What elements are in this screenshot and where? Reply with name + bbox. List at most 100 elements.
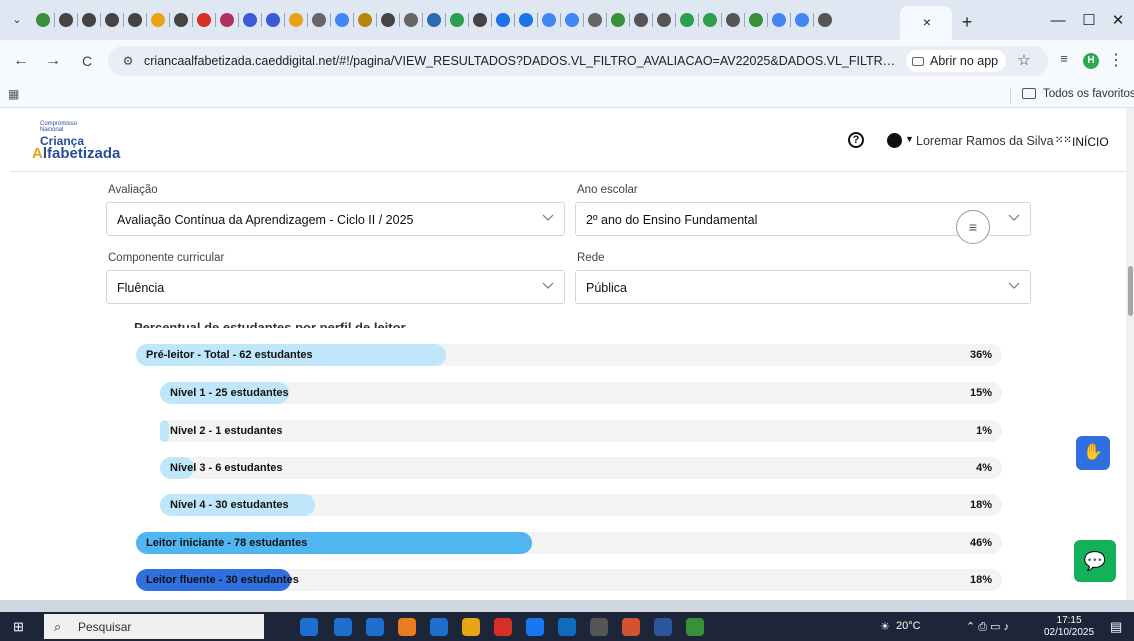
site-info-icon[interactable]: ⚙ [120,53,136,69]
pinned-tab-favicon[interactable] [151,13,165,27]
weather-temp[interactable]: 20°C [896,620,921,632]
rede-select[interactable]: Pública [575,270,1031,304]
url-text[interactable]: criancaalfabetizada.caeddigital.net/#!/p… [144,54,900,68]
taskbar-app-icon[interactable] [366,618,384,636]
maximize-button[interactable]: ☐ [1077,10,1101,32]
pinned-tab-favicon[interactable] [358,13,372,27]
pinned-tab-favicon[interactable] [657,13,671,27]
pinned-tab-favicon[interactable] [59,13,73,27]
pinned-tab-favicon[interactable] [519,13,533,27]
user-icon[interactable] [887,133,902,148]
bar-row[interactable]: Nível 3 - 6 estudantes 4% [160,457,1002,479]
pinned-tab-favicon[interactable] [36,13,50,27]
pinned-tab-favicon[interactable] [335,13,349,27]
filter-icon[interactable]: ≡ [956,210,990,244]
notification-icon[interactable]: ▤ [1110,619,1122,635]
pinned-tab-favicon[interactable] [174,13,188,27]
taskbar-app-icon[interactable] [654,618,672,636]
pinned-tab-favicon[interactable] [703,13,717,27]
taskbar-app-icon[interactable] [430,618,448,636]
taskbar-clock[interactable]: 17:15 02/10/2025 [1044,615,1094,639]
open-in-app-button[interactable]: Abrir no app [906,50,1007,72]
taskbar-app-icon[interactable] [526,618,544,636]
scrollbar-thumb[interactable] [1128,266,1133,316]
pinned-tab-favicon[interactable] [105,13,119,27]
bookmark-star-icon[interactable]: ☆ [1014,51,1034,71]
bar-row[interactable]: Nível 2 - 1 estudantes 1% [160,420,1002,442]
pinned-tab-favicon[interactable] [381,13,395,27]
page-scrollbar[interactable] [1126,108,1134,600]
pinned-tab-favicon[interactable] [243,13,257,27]
close-tab-icon[interactable]: × [916,11,938,33]
taskbar-app-icon[interactable] [686,618,704,636]
search-icon: ⌕ [54,619,62,634]
reload-button[interactable]: C [76,50,98,72]
tab-separator [353,13,354,27]
pinned-tab-favicon[interactable] [473,13,487,27]
pinned-tab-favicon[interactable] [496,13,510,27]
minimize-button[interactable]: — [1046,10,1070,32]
apps-grid-icon[interactable]: ▦ [8,87,24,103]
chat-icon[interactable]: 💬 [1074,540,1116,582]
pinned-tab-favicon[interactable] [220,13,234,27]
avaliacao-select[interactable]: Avaliação Contínua da Aprendizagem - Cic… [106,202,565,236]
taskbar-app-icon[interactable] [590,618,608,636]
pinned-tab-favicon[interactable] [197,13,211,27]
close-window-button[interactable]: ✕ [1106,10,1130,32]
extensions-icon[interactable]: ≡ [1054,49,1074,69]
windows-start-icon[interactable]: ⊞ [13,619,29,635]
accessibility-hand-icon[interactable]: ✋ [1076,436,1110,470]
all-favorites-link[interactable]: Todos os favoritos [1043,88,1134,100]
pinned-tab-favicon[interactable] [404,13,418,27]
pinned-tab-favicon[interactable] [818,13,832,27]
pinned-tab-favicon[interactable] [680,13,694,27]
browser-menu-icon[interactable]: ⋮ [1108,51,1124,71]
pinned-tab-favicon[interactable] [565,13,579,27]
taskbar-search-box[interactable]: ⌕ Pesquisar [44,614,264,639]
home-link[interactable]: INÍCIO [1072,135,1109,149]
pinned-tab-favicon[interactable] [82,13,96,27]
bar-row[interactable]: Leitor iniciante - 78 estudantes 46% [136,532,1002,554]
profile-avatar[interactable]: H [1083,53,1099,69]
folder-icon[interactable] [1022,88,1036,99]
system-tray-icons[interactable]: ⌃ ⎙ ▭ ♪ [966,620,1009,634]
address-bar[interactable]: ⚙ criancaalfabetizada.caeddigital.net/#!… [108,46,1048,76]
bar-row[interactable]: Nível 1 - 25 estudantes 15% [160,382,1002,404]
taskbar-app-icon[interactable] [462,618,480,636]
taskbar-app-icon[interactable] [622,618,640,636]
forward-button[interactable]: → [42,50,64,72]
taskbar-app-icon[interactable] [300,618,318,636]
help-icon[interactable]: ? [848,132,864,148]
taskbar-app-icon[interactable] [558,618,576,636]
pinned-tab-favicon[interactable] [795,13,809,27]
pinned-tab-favicon[interactable] [749,13,763,27]
pinned-tab-favicon[interactable] [611,13,625,27]
pinned-tab-favicon[interactable] [266,13,280,27]
taskbar-app-icon[interactable] [398,618,416,636]
tab-search-chevron-down-icon[interactable]: ⌄ [6,10,28,30]
taskbar-app-icon[interactable] [494,618,512,636]
componente-select[interactable]: Fluência [106,270,565,304]
pinned-tab-favicon[interactable] [772,13,786,27]
home-grid-icon[interactable]: ⁙⁙ [1055,135,1072,146]
pinned-tab-favicon[interactable] [312,13,326,27]
pinned-tab-favicon[interactable] [289,13,303,27]
pinned-tab-favicon[interactable] [450,13,464,27]
logo-small-text: Compromisso Nacional [40,121,78,133]
user-name[interactable]: Loremar Ramos da Silva [916,134,1054,148]
new-tab-button[interactable]: + [956,11,978,33]
pinned-tab-favicon[interactable] [726,13,740,27]
pinned-tab-favicon[interactable] [427,13,441,27]
taskbar-app-icon[interactable] [334,618,352,636]
logo-line-2[interactable]: Alfabetizada [32,145,120,162]
pinned-tab-favicon[interactable] [588,13,602,27]
bar-row[interactable]: Pré-leitor - Total - 62 estudantes 36% [136,344,1002,366]
user-menu-caret-icon[interactable]: ▼ [905,134,914,144]
weather-icon[interactable]: ☀ [880,620,890,633]
pinned-tab-favicon[interactable] [542,13,556,27]
bar-row[interactable]: Leitor fluente - 30 estudantes 18% [136,569,1002,591]
pinned-tab-favicon[interactable] [128,13,142,27]
pinned-tab-favicon[interactable] [634,13,648,27]
back-button[interactable]: ← [10,50,32,72]
bar-row[interactable]: Nível 4 - 30 estudantes 18% [160,494,1002,516]
